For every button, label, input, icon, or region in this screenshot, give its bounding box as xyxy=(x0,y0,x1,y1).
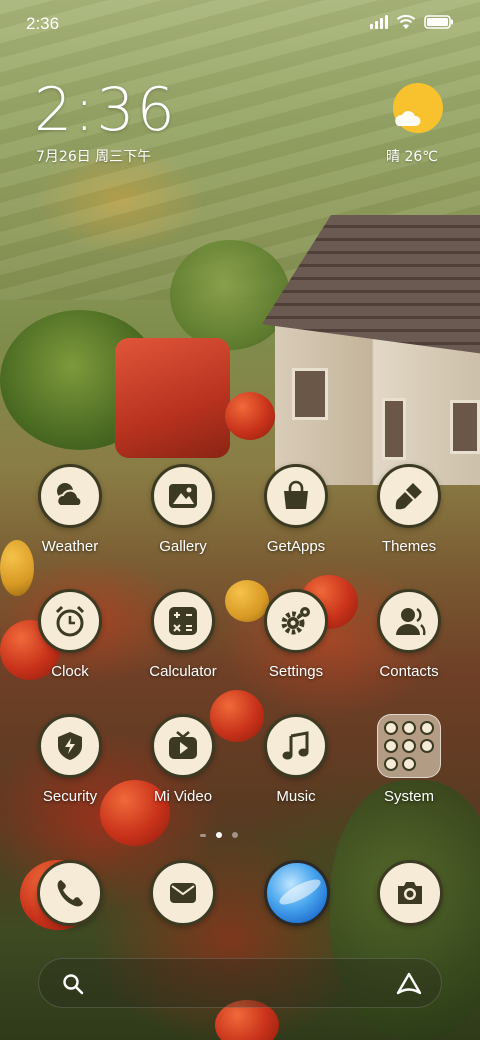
folder-app-icon xyxy=(384,757,398,771)
wallpaper-house-door xyxy=(382,398,406,460)
folder-app-icon xyxy=(384,721,398,735)
page-indicator-minus-one xyxy=(200,833,206,837)
app-label: GetApps xyxy=(266,538,326,555)
status-bar-time: 2:36 xyxy=(26,14,60,33)
sun-cloud-icon[interactable] xyxy=(392,82,444,134)
folder-app-icon xyxy=(420,739,434,753)
app-label: System xyxy=(383,788,434,805)
getapps-icon xyxy=(264,464,328,528)
dock-messages[interactable] xyxy=(150,860,216,926)
phone-icon xyxy=(37,860,103,926)
folder-app-icon xyxy=(420,721,434,735)
gallery-icon xyxy=(151,464,215,528)
app-label: Gallery xyxy=(159,538,207,555)
app-label: Themes xyxy=(381,538,437,555)
app-getapps[interactable]: GetApps xyxy=(246,464,346,568)
clock-widget-date[interactable]: 7月26日 周三下午 xyxy=(36,146,151,166)
folder-app-icon xyxy=(384,739,398,753)
status-bar-icons xyxy=(370,14,454,30)
browser-icon xyxy=(264,860,330,926)
calculator-icon xyxy=(151,589,215,653)
music-icon xyxy=(264,714,328,778)
weather-widget-text[interactable]: 晴 26℃ xyxy=(386,146,438,166)
app-security[interactable]: Security xyxy=(20,714,120,818)
settings-icon xyxy=(264,589,328,653)
mi-video-icon xyxy=(151,714,215,778)
clock-widget-time[interactable]: 2:36 xyxy=(34,78,177,142)
wallpaper-tomato xyxy=(225,392,275,440)
app-system-folder[interactable]: System xyxy=(359,714,459,818)
page-dot xyxy=(232,832,238,838)
battery-icon xyxy=(424,15,453,29)
app-label: Mi Video xyxy=(153,788,213,805)
app-weather[interactable]: Weather xyxy=(20,464,120,568)
contacts-icon xyxy=(377,589,441,653)
wallpaper-house-window xyxy=(292,368,328,420)
folder-app-icon xyxy=(402,757,416,771)
page-indicator[interactable] xyxy=(200,832,238,838)
signal-icon xyxy=(370,15,388,29)
themes-icon xyxy=(377,464,441,528)
dock-camera[interactable] xyxy=(377,860,443,926)
assistant-icon[interactable] xyxy=(395,971,423,997)
app-calculator[interactable]: Calculator xyxy=(133,589,233,693)
app-settings[interactable]: Settings xyxy=(246,589,346,693)
app-themes[interactable]: Themes xyxy=(359,464,459,568)
app-music[interactable]: Music xyxy=(246,714,346,818)
messages-icon xyxy=(150,860,216,926)
app-label: Settings xyxy=(268,663,324,680)
app-clock[interactable]: Clock xyxy=(20,589,120,693)
search-icon[interactable] xyxy=(61,972,85,996)
wallpaper-house-window xyxy=(450,400,480,454)
folder-app-icon xyxy=(402,739,416,753)
app-label: Music xyxy=(276,788,316,805)
wifi-icon xyxy=(396,14,416,29)
app-contacts[interactable]: Contacts xyxy=(359,589,459,693)
wallpaper-truck xyxy=(115,338,230,458)
app-label: Weather xyxy=(41,538,99,555)
app-label: Contacts xyxy=(379,663,439,680)
app-mi-video[interactable]: Mi Video xyxy=(133,714,233,818)
app-label: Calculator xyxy=(149,663,217,680)
search-bar[interactable] xyxy=(38,958,442,1008)
dock-phone[interactable] xyxy=(37,860,103,926)
app-label: Clock xyxy=(51,663,89,680)
folder-app-icon xyxy=(402,721,416,735)
security-icon xyxy=(38,714,102,778)
app-gallery[interactable]: Gallery xyxy=(133,464,233,568)
weather-icon xyxy=(38,464,102,528)
folder-icon xyxy=(377,714,441,778)
dock-browser[interactable] xyxy=(264,860,330,926)
app-label: Security xyxy=(42,788,98,805)
camera-icon xyxy=(377,860,443,926)
clock-icon xyxy=(38,589,102,653)
wallpaper-tree-small xyxy=(170,240,290,350)
page-dot-active xyxy=(216,832,222,838)
